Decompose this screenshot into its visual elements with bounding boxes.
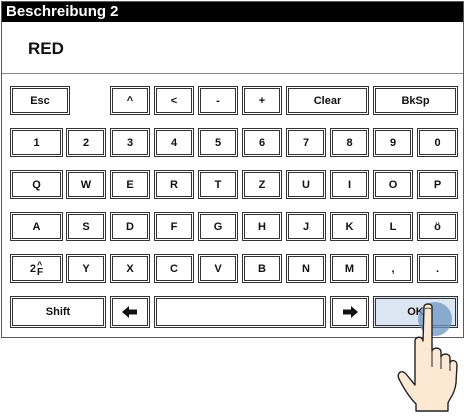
key-function-main: 2: [29, 262, 36, 275]
key-y[interactable]: Y: [66, 254, 106, 283]
key-t[interactable]: T: [198, 170, 238, 199]
key-c[interactable]: C: [154, 254, 194, 283]
key-e[interactable]: E: [110, 170, 150, 199]
key-1[interactable]: 1: [10, 128, 63, 157]
key-function-sub: ^ F: [37, 260, 44, 278]
key-x[interactable]: X: [110, 254, 150, 283]
dialog-title: Beschreibung 2: [2, 2, 463, 22]
key-g[interactable]: G: [198, 212, 238, 241]
key-comma[interactable]: ,: [373, 254, 413, 283]
key-l[interactable]: L: [373, 212, 413, 241]
key-9[interactable]: 9: [373, 128, 413, 157]
key-8[interactable]: 8: [330, 128, 369, 157]
key-cursor-left[interactable]: [110, 296, 150, 328]
key-function-lower: F: [37, 266, 44, 278]
key-period[interactable]: .: [417, 254, 458, 283]
keyboard-dialog: Beschreibung 2 RED Esc ^ < - + Clear BkS…: [1, 1, 464, 338]
key-caret[interactable]: ^: [110, 86, 150, 115]
key-space[interactable]: [154, 296, 326, 328]
key-n[interactable]: N: [286, 254, 326, 283]
key-b[interactable]: B: [242, 254, 282, 283]
key-shift[interactable]: Shift: [10, 296, 106, 328]
key-0[interactable]: 0: [417, 128, 458, 157]
key-q[interactable]: Q: [10, 170, 63, 199]
text-input[interactable]: RED: [2, 24, 463, 74]
text-input-value: RED: [28, 39, 64, 58]
key-a[interactable]: A: [10, 212, 63, 241]
key-plus[interactable]: +: [242, 86, 282, 115]
key-i[interactable]: I: [330, 170, 369, 199]
key-minus[interactable]: -: [198, 86, 238, 115]
arrow-right-icon: [342, 306, 358, 318]
key-d[interactable]: D: [110, 212, 150, 241]
hand-pointer-icon: [397, 303, 458, 412]
key-r[interactable]: R: [154, 170, 194, 199]
key-w[interactable]: W: [66, 170, 106, 199]
key-f[interactable]: F: [154, 212, 194, 241]
key-z[interactable]: Z: [242, 170, 282, 199]
key-cursor-right[interactable]: [330, 296, 369, 328]
key-7[interactable]: 7: [286, 128, 326, 157]
key-o-umlaut[interactable]: ö: [417, 212, 458, 241]
key-4[interactable]: 4: [154, 128, 194, 157]
key-m[interactable]: M: [330, 254, 369, 283]
key-3[interactable]: 3: [110, 128, 150, 157]
key-k[interactable]: K: [330, 212, 369, 241]
key-v[interactable]: V: [198, 254, 238, 283]
key-backspace[interactable]: BkSp: [373, 86, 458, 115]
key-h[interactable]: H: [242, 212, 282, 241]
key-less-than[interactable]: <: [154, 86, 194, 115]
key-s[interactable]: S: [66, 212, 106, 241]
key-clear[interactable]: Clear: [286, 86, 369, 115]
key-2[interactable]: 2: [66, 128, 106, 157]
key-6[interactable]: 6: [242, 128, 282, 157]
key-u[interactable]: U: [286, 170, 326, 199]
key-j[interactable]: J: [286, 212, 326, 241]
key-function-2[interactable]: 2 ^ F: [10, 254, 63, 283]
key-p[interactable]: P: [417, 170, 458, 199]
key-o[interactable]: O: [373, 170, 413, 199]
key-esc[interactable]: Esc: [10, 86, 70, 115]
arrow-left-icon: [122, 306, 137, 318]
key-5[interactable]: 5: [198, 128, 238, 157]
